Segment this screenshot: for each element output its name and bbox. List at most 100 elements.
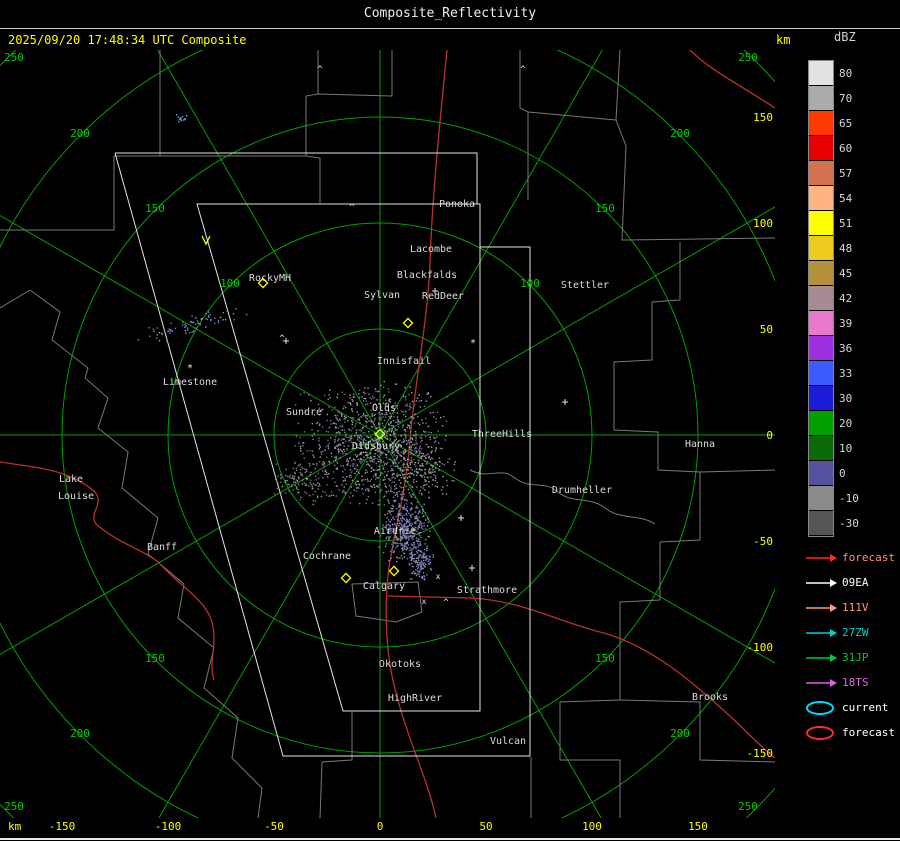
colorbar-entry: 57 [809,161,852,186]
legend-label: current [842,701,889,714]
colorbar-value: 30 [839,392,853,405]
range-ring-labels: 100 100 150 150 150 150 200 200 200 200 250 250 250 2… [4,51,758,813]
svg-text:RedDeer: RedDeer [422,291,464,302]
legend-label: 18TS [842,676,869,689]
svg-text:250: 250 [738,800,758,813]
legend-row-31jp: 31JP [804,645,900,670]
range-rings [0,50,775,818]
svg-text:Calgary: Calgary [363,581,405,592]
svg-text:Limestone: Limestone [163,377,217,388]
svg-text:Okotoks: Okotoks [379,659,421,670]
colorbar-swatch [809,486,833,510]
colorbar-swatch [809,336,833,360]
svg-text:Ponoka: Ponoka [439,199,475,210]
svg-text:^: ^ [279,334,285,344]
colorbar-entry: 39 [809,311,852,336]
colorbar-entry: 36 [809,336,852,361]
legend-row-09ea: 09EA [804,570,900,595]
svg-text:Brooks: Brooks [692,692,728,703]
colorbar-entry: 80 [809,61,852,86]
svg-text:Strathmore: Strathmore [457,585,517,596]
arrow-icon [806,578,837,587]
colorbar-value: 36 [839,342,853,355]
svg-text:^: ^ [317,65,323,75]
radar-map-canvas: 100 100 150 150 150 150 200 200 200 200 250 250 250 2… [0,50,775,833]
svg-text:200: 200 [70,127,90,140]
svg-text:200: 200 [70,727,90,740]
svg-text:Hanna: Hanna [685,439,715,450]
svg-text:-50: -50 [753,535,773,548]
svg-text:^: ^ [443,598,449,608]
colorbar-entry: 0 [809,461,846,486]
colorbar-swatch [809,211,833,235]
svg-text:200: 200 [670,727,690,740]
colorbar-swatch [809,411,833,435]
colorbar-value: 10 [839,442,853,455]
svg-text:200: 200 [670,127,690,140]
colorbar-entry: -10 [809,486,859,511]
legend-label: 27ZW [842,626,869,639]
radial-lines [0,50,775,818]
legend-label: forecast [842,551,895,564]
legend-label: 111V [842,601,869,614]
svg-text:100: 100 [220,277,240,290]
colorbar-entry: 30 [809,386,852,411]
svg-text:Innisfail: Innisfail [377,356,431,367]
svg-text:*: * [187,363,193,374]
svg-text:150: 150 [753,111,773,124]
colorbar-value: 54 [839,192,853,205]
colorbar-swatch [809,461,833,485]
svg-text:^: ^ [520,65,526,75]
svg-text:150: 150 [145,652,165,665]
colorbar-value: 33 [839,367,853,380]
svg-text:-50: -50 [264,820,284,833]
svg-text:km: km [8,820,22,833]
colorbar-swatch [809,511,833,535]
legend-row-27zw: 27ZW [804,620,900,645]
svg-text:250: 250 [4,51,24,64]
svg-text:100: 100 [520,277,540,290]
colorbar-swatch [809,311,833,335]
colorbar-value: 42 [839,292,853,305]
colorbar-value: -10 [839,492,859,505]
svg-text:-100: -100 [155,820,182,833]
svg-text:150: 150 [595,652,615,665]
svg-text:HighRiver: HighRiver [388,693,442,704]
colorbar-title: dBZ [834,30,856,44]
svg-text:Lake: Lake [59,474,83,485]
colorbar-swatch [809,86,833,110]
colorbar-value: 70 [839,92,853,105]
colorbar-swatch [809,286,833,310]
svg-text:100: 100 [582,820,602,833]
svg-text:*: * [470,338,476,349]
svg-text:0: 0 [766,429,773,442]
svg-text:RockyMH: RockyMH [249,273,291,284]
arrow-icon [806,628,837,637]
svg-text:x: x [422,597,427,606]
colorbar-entry: 42 [809,286,852,311]
svg-text:Didsbury: Didsbury [352,441,400,452]
colorbar-value: 39 [839,317,853,330]
svg-text:Louise: Louise [58,491,94,502]
svg-text:Sylvan: Sylvan [364,290,400,301]
colorbar-value: 45 [839,267,853,280]
arrow-icon [806,678,837,687]
colorbar-swatch [809,136,833,160]
axis-labels: 150 100 50 0 -50 -100 -150 -150 -100 -50 0 50 100 150… [8,111,773,833]
colorbar-value: 57 [839,167,853,180]
legend: forecast 09EA 111V 27ZW 31JP 18TS current forec… [804,545,900,745]
svg-text:Cochrane: Cochrane [303,551,351,562]
colorbar-entry: 51 [809,211,852,236]
svg-text:Vulcan: Vulcan [490,736,526,747]
svg-text:Stettler: Stettler [561,280,609,291]
legend-row-forecast: forecast [804,720,900,745]
colorbar-value: 65 [839,117,853,130]
svg-text:Banff: Banff [147,542,177,553]
legend-row-forecast: forecast [804,545,900,570]
colorbar-swatch [809,186,833,210]
colorbar-swatch [809,236,833,260]
svg-text:250: 250 [4,800,24,813]
bottom-border-line [0,838,900,840]
ellipse-icon [806,725,834,740]
svg-text:150: 150 [595,202,615,215]
